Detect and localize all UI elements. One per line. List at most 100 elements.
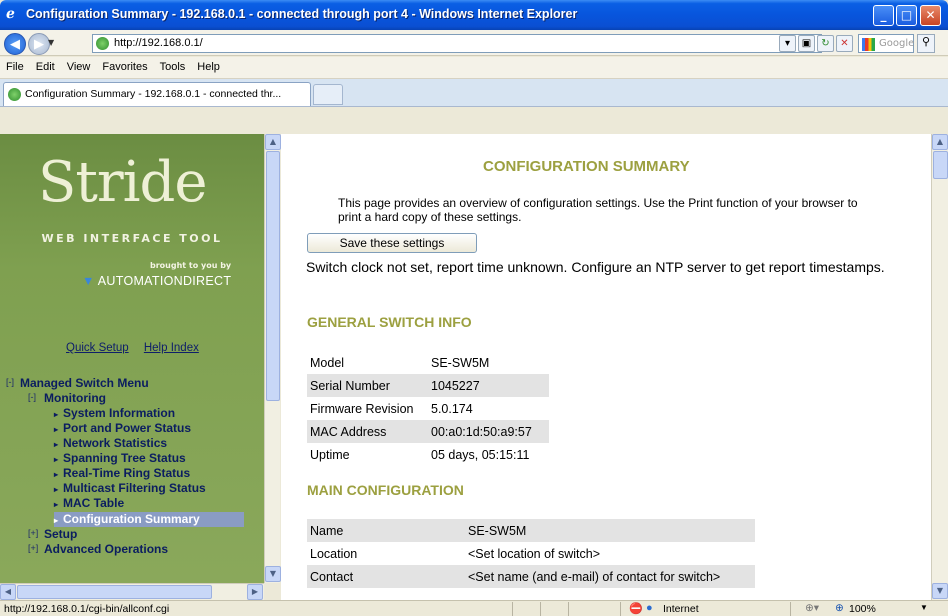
bullet-arrow-icon: ▸ — [54, 500, 59, 509]
bullet-arrow-icon: ▸ — [54, 470, 59, 479]
address-url[interactable]: http://192.168.0.1/ — [114, 37, 203, 49]
zoom-dropdown-icon[interactable]: ▼ — [920, 603, 928, 612]
scroll-up-icon[interactable]: ▲ — [265, 134, 281, 150]
tab-configuration-summary[interactable]: Configuration Summary - 192.168.0.1 - co… — [3, 82, 311, 106]
menu-setup[interactable]: [+] Setup — [28, 527, 77, 542]
menu-favorites[interactable]: Favorites — [96, 57, 153, 73]
menu-label: Spanning Tree Status — [63, 451, 186, 465]
protected-mode-icon: ⛔ — [629, 603, 643, 615]
menu-port-power-status[interactable]: ▸ Port and Power Status — [54, 421, 191, 436]
zoom-icon[interactable]: ⊕ — [835, 602, 844, 614]
search-placeholder: Google — [879, 38, 915, 49]
scroll-right-icon[interactable]: ▶ — [247, 584, 263, 600]
tab-favicon-icon — [8, 88, 21, 101]
tab-bar: Configuration Summary - 192.168.0.1 - co… — [0, 79, 948, 107]
privacy-icon[interactable]: ⊕▾ — [805, 602, 819, 614]
left-horizontal-scrollbar[interactable]: ◀ ▶ — [0, 583, 264, 600]
status-divider — [540, 602, 541, 616]
new-tab-button[interactable] — [313, 84, 343, 105]
ad-chevron-icon: ▼ — [82, 274, 95, 288]
search-icon[interactable]: ⚲ — [917, 34, 935, 53]
info-key: Firmware Revision — [310, 401, 414, 416]
expand-toggle[interactable]: [+] — [28, 543, 38, 553]
table-row: Model SE-SW5M — [307, 351, 549, 374]
address-dropdown-icon[interactable]: ▾ — [779, 35, 796, 52]
main-frame: CONFIGURATION SUMMARY This page provides… — [281, 134, 931, 600]
menu-label: Advanced Operations — [44, 542, 169, 556]
refresh-icon[interactable]: ↻ — [817, 35, 834, 52]
scroll-down-icon[interactable]: ▼ — [932, 583, 948, 599]
scroll-up-icon[interactable]: ▲ — [932, 134, 948, 150]
minimize-button[interactable]: _ — [873, 5, 894, 26]
bullet-arrow-icon: ▸ — [54, 440, 59, 449]
menu-label: Setup — [44, 527, 78, 541]
table-row: Contact <Set name (and e-mail) of contact… — [307, 565, 755, 588]
history-dropdown-icon[interactable]: ▼ — [48, 38, 54, 47]
address-bar[interactable]: http://192.168.0.1/ — [92, 34, 822, 53]
menu-label: Managed Switch Menu — [20, 376, 149, 390]
status-divider — [512, 602, 513, 616]
status-bar: http://192.168.0.1/cgi-bin/allconf.cgi ⛔… — [0, 600, 948, 616]
menu-monitoring[interactable]: [-] Monitoring — [28, 391, 106, 406]
scroll-down-icon[interactable]: ▼ — [265, 566, 281, 582]
expand-toggle[interactable]: [+] — [28, 528, 38, 538]
menu-system-information[interactable]: ▸ System Information — [54, 406, 175, 421]
collapse-toggle[interactable]: [-] — [28, 392, 36, 402]
menu-tools[interactable]: Tools — [154, 57, 192, 73]
main-vertical-scrollbar[interactable]: ▲ ▼ — [931, 134, 948, 600]
menu-advanced-operations[interactable]: [+] Advanced Operations — [28, 542, 168, 557]
menu-managed-switch[interactable]: [-] Managed Switch Menu — [6, 376, 149, 391]
info-key: Serial Number — [307, 374, 428, 397]
info-key: MAC Address — [307, 420, 428, 443]
security-zone: Internet — [663, 603, 699, 615]
google-logo-icon — [862, 38, 875, 51]
save-settings-button[interactable]: Save these settings — [307, 233, 477, 253]
bullet-arrow-icon: ▸ — [54, 455, 59, 464]
quick-setup-link[interactable]: Quick Setup — [66, 342, 129, 354]
close-button[interactable]: ✕ — [920, 5, 941, 26]
scroll-left-icon[interactable]: ◀ — [0, 584, 16, 600]
quick-links: Quick Setup Help Index — [66, 342, 211, 354]
scroll-thumb[interactable] — [933, 151, 948, 179]
info-value: 1045227 — [428, 374, 549, 397]
info-value: SE-SW5M — [431, 355, 490, 370]
maximize-button[interactable]: □ — [896, 5, 917, 26]
menu-bar: File Edit View Favorites Tools Help — [0, 57, 948, 79]
bullet-arrow-icon: ▸ — [54, 485, 59, 494]
info-value: 00:a0:1d:50:a9:57 — [428, 420, 549, 443]
table-row: Uptime 05 days, 05:15:11 — [307, 443, 549, 466]
bullet-arrow-icon: ▸ — [54, 425, 59, 434]
menu-file[interactable]: File — [0, 57, 30, 73]
config-value: <Set location of switch> — [468, 546, 601, 561]
main-config-table: Name SE-SW5M Location <Set location of swi… — [307, 519, 755, 588]
menu-view[interactable]: View — [61, 57, 97, 73]
forward-button[interactable]: ▶ — [28, 33, 50, 55]
search-input[interactable]: Google — [858, 34, 914, 53]
compatibility-icon[interactable]: ▣ — [798, 35, 815, 52]
help-index-link[interactable]: Help Index — [144, 342, 199, 354]
info-key: Uptime — [310, 447, 350, 462]
scroll-thumb[interactable] — [266, 151, 280, 401]
config-key: Location — [310, 546, 358, 561]
config-value: <Set name (and e-mail) of contact for sw… — [465, 565, 755, 588]
left-vertical-scrollbar[interactable]: ▲ ▼ — [264, 134, 281, 583]
info-value: 05 days, 05:15:11 — [431, 447, 530, 462]
table-row: MAC Address 00:a0:1d:50:a9:57 — [307, 420, 549, 443]
menu-help[interactable]: Help — [191, 57, 226, 73]
site-globe-icon — [96, 37, 109, 50]
toolbar-spacer — [0, 107, 948, 134]
menu-network-statistics[interactable]: ▸ Network Statistics — [54, 436, 167, 451]
collapse-toggle[interactable]: [-] — [6, 377, 14, 387]
menu-spanning-tree-status[interactable]: ▸ Spanning Tree Status — [54, 451, 186, 466]
menu-edit[interactable]: Edit — [30, 57, 61, 73]
stop-icon[interactable]: ✕ — [836, 35, 853, 52]
back-button[interactable]: ◀ — [4, 33, 26, 55]
menu-multicast-filtering-status[interactable]: ▸ Multicast Filtering Status — [54, 481, 206, 496]
general-info-table: Model SE-SW5M Serial Number 1045227 Firmwa… — [307, 351, 549, 466]
menu-mac-table[interactable]: ▸ MAC Table — [54, 496, 124, 511]
bullet-arrow-icon: ▸ — [54, 410, 59, 419]
menu-configuration-summary[interactable]: ▸ Configuration Summary — [54, 512, 244, 527]
zoom-level[interactable]: 100% — [849, 603, 876, 615]
scroll-thumb[interactable] — [17, 585, 212, 599]
menu-real-time-ring-status[interactable]: ▸ Real-Time Ring Status — [54, 466, 190, 481]
